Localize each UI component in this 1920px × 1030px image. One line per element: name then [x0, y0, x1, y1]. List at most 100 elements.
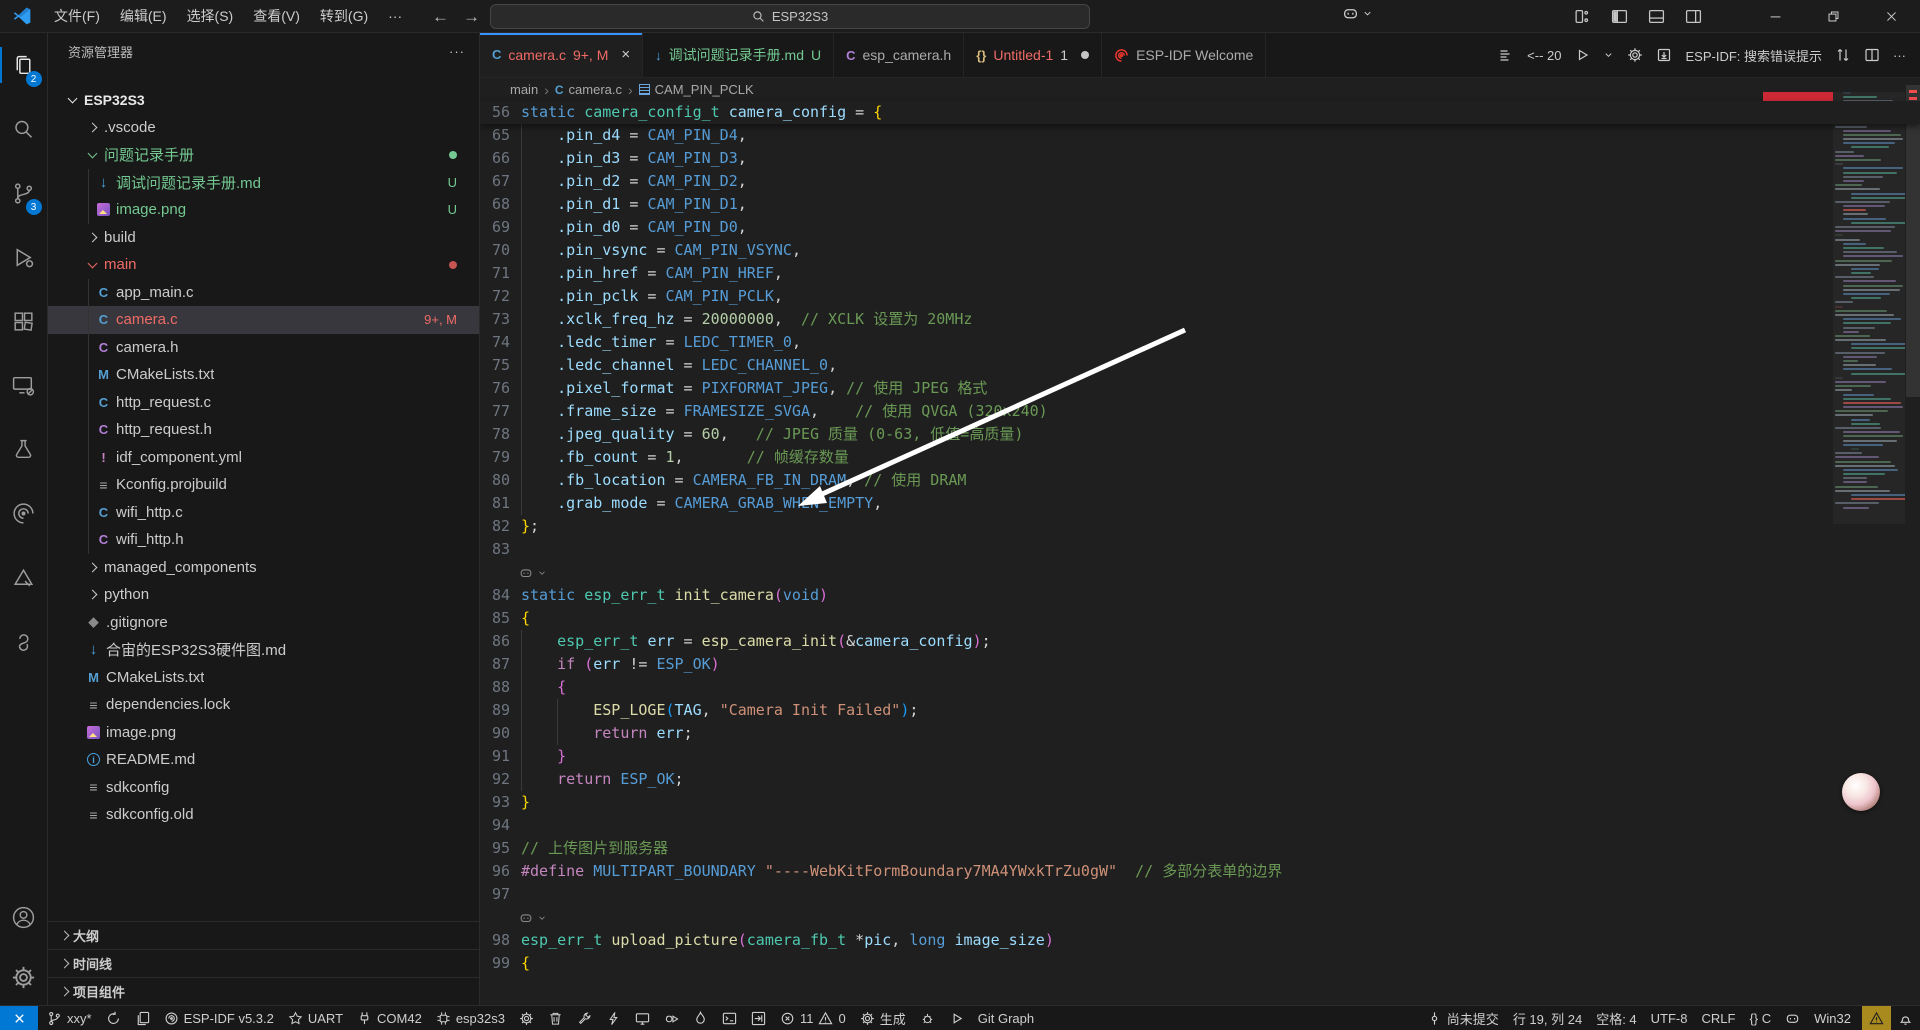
tab-ESP-IDF Welcome[interactable]: ESP-IDF Welcome [1102, 33, 1266, 77]
sidebar-section-时间线[interactable]: 时间线 [48, 949, 479, 977]
status-item[interactable] [628, 1006, 657, 1030]
tree-item[interactable]: iREADME.md [48, 746, 479, 774]
activitybar-testing[interactable] [0, 417, 48, 481]
tab-camera.c[interactable]: Ccamera.c9+, M× [480, 33, 643, 77]
status-item[interactable]: 生成 [853, 1006, 913, 1030]
activitybar-espressif[interactable] [0, 481, 48, 545]
tree-item[interactable]: build [48, 224, 479, 252]
status-item[interactable] [1778, 1006, 1807, 1030]
status-item[interactable] [686, 1006, 715, 1030]
split-editor-icon[interactable] [1864, 47, 1880, 63]
activitybar-search[interactable] [0, 97, 48, 161]
close-tab-icon[interactable]: × [621, 46, 630, 63]
tree-item[interactable]: ≡sdkconfig [48, 774, 479, 802]
tree-item[interactable]: 问题记录手册 [48, 141, 479, 169]
status-item[interactable]: xxy* [40, 1006, 99, 1030]
tree-item[interactable]: managed_components [48, 554, 479, 582]
status-item[interactable]: 尚未提交 [1420, 1006, 1506, 1030]
menu-goto[interactable]: 转到(G) [310, 0, 378, 33]
tree-item[interactable]: ↓合宙的ESP32S3硬件图.md [48, 636, 479, 664]
status-item[interactable]: ESP-IDF v5.3.2 [157, 1006, 281, 1030]
status-item[interactable] [1862, 1006, 1891, 1030]
status-item[interactable]: 空格: 4 [1589, 1006, 1643, 1030]
toggle-sidebar-icon[interactable] [1611, 8, 1628, 25]
tree-item[interactable]: MCMakeLists.txt [48, 664, 479, 692]
status-item[interactable] [570, 1006, 599, 1030]
back-arrow-icon[interactable]: ← [432, 7, 449, 27]
status-item[interactable] [715, 1006, 744, 1030]
tree-item[interactable]: Chttp_request.h [48, 416, 479, 444]
close-button[interactable] [1862, 0, 1920, 33]
copilot-menu[interactable] [1342, 5, 1373, 22]
tree-item[interactable]: Cwifi_http.h [48, 526, 479, 554]
tree-item[interactable]: ≡Kconfig.projbuild [48, 471, 479, 499]
code-area[interactable]: 56static camera_config_t camera_config =… [480, 101, 1920, 1005]
sticky-scroll-line[interactable]: 56static camera_config_t camera_config =… [480, 101, 1920, 124]
status-item[interactable] [0, 1006, 38, 1030]
tree-item[interactable]: main [48, 251, 479, 279]
settings-gear-icon[interactable] [1627, 47, 1643, 63]
tree-item[interactable]: image.png [48, 719, 479, 747]
compare-icon[interactable] [1835, 47, 1851, 63]
status-item[interactable] [744, 1006, 773, 1030]
menu-view[interactable]: 查看(V) [243, 0, 310, 33]
status-item[interactable] [128, 1006, 157, 1030]
customize-layout-icon[interactable] [1574, 8, 1591, 25]
more-actions-button[interactable]: ··· [1893, 48, 1906, 63]
tree-item[interactable]: Capp_main.c [48, 279, 479, 307]
status-item[interactable] [657, 1006, 686, 1030]
forward-arrow-icon[interactable]: → [463, 7, 480, 27]
status-item[interactable] [99, 1006, 128, 1030]
tree-item[interactable]: Chttp_request.c [48, 389, 479, 417]
restore-button[interactable] [1804, 0, 1862, 33]
status-item[interactable]: 110 [773, 1006, 853, 1030]
sidebar-section-项目组件[interactable]: 项目组件 [48, 977, 479, 1005]
status-item[interactable]: COM42 [350, 1006, 429, 1030]
tree-item[interactable]: Cwifi_http.c [48, 499, 479, 527]
toggle-panel-icon[interactable] [1648, 8, 1665, 25]
menu-selection[interactable]: 选择(S) [177, 0, 244, 33]
activitybar-account[interactable] [0, 885, 48, 949]
tree-item[interactable]: image.pngU [48, 196, 479, 224]
command-center-search[interactable]: ESP32S3 [490, 4, 1090, 29]
task-list-icon[interactable] [1498, 47, 1514, 63]
status-item[interactable]: esp32s3 [429, 1006, 512, 1030]
status-item[interactable]: CRLF [1695, 1006, 1743, 1030]
run-task-label[interactable]: <-- 20 [1527, 48, 1561, 63]
tree-item[interactable]: ≡dependencies.lock [48, 691, 479, 719]
avatar[interactable] [1842, 773, 1880, 811]
tab-调试问题记录手册.md[interactable]: ↓调试问题记录手册.mdU [643, 33, 834, 77]
status-item[interactable] [512, 1006, 541, 1030]
status-item[interactable]: Git Graph [971, 1006, 1041, 1030]
status-item[interactable]: Win32 [1807, 1006, 1858, 1030]
breadcrumb-folder[interactable]: main [510, 82, 538, 97]
status-item[interactable] [913, 1006, 942, 1030]
tree-item[interactable]: MCMakeLists.txt [48, 361, 479, 389]
activitybar-extensions[interactable] [0, 289, 48, 353]
status-item[interactable]: 行 19, 列 24 [1506, 1006, 1589, 1030]
menu-edit[interactable]: 编辑(E) [110, 0, 177, 33]
breadcrumb-symbol[interactable]: CAM_PIN_PCLK [639, 82, 754, 97]
tree-item[interactable]: ↓调试问题记录手册.mdU [48, 169, 479, 197]
sidebar-section-大纲[interactable]: 大纲 [48, 921, 479, 949]
status-item[interactable]: UART [281, 1006, 350, 1030]
run-dropdown-icon[interactable] [1603, 47, 1614, 63]
breadcrumb-file[interactable]: Ccamera.c [555, 82, 622, 97]
activitybar-tools[interactable] [0, 545, 48, 609]
status-item[interactable]: UTF-8 [1644, 1006, 1695, 1030]
tree-item[interactable]: Ccamera.h [48, 334, 479, 362]
toggle-secondary-sidebar-icon[interactable] [1685, 8, 1702, 25]
tree-item[interactable]: .vscode [48, 114, 479, 142]
flash-download-icon[interactable] [1656, 47, 1672, 63]
tree-item[interactable]: Ccamera.c9+, M [48, 306, 479, 334]
tree-item[interactable]: ESP32S3 [48, 86, 479, 114]
tree-item[interactable]: python [48, 581, 479, 609]
espidf-error-hint-button[interactable]: ESP-IDF: 搜索错误提示 [1685, 46, 1822, 65]
tree-item[interactable]: !idf_component.yml [48, 444, 479, 472]
status-item[interactable] [599, 1006, 628, 1030]
activitybar-run-debug[interactable] [0, 225, 48, 289]
menu-overflow[interactable]: ··· [378, 0, 412, 33]
tab-Untitled-1[interactable]: {}Untitled-11 [964, 33, 1102, 77]
tree-item[interactable]: ≡sdkconfig.old [48, 801, 479, 829]
status-item[interactable]: {} C [1742, 1006, 1778, 1030]
